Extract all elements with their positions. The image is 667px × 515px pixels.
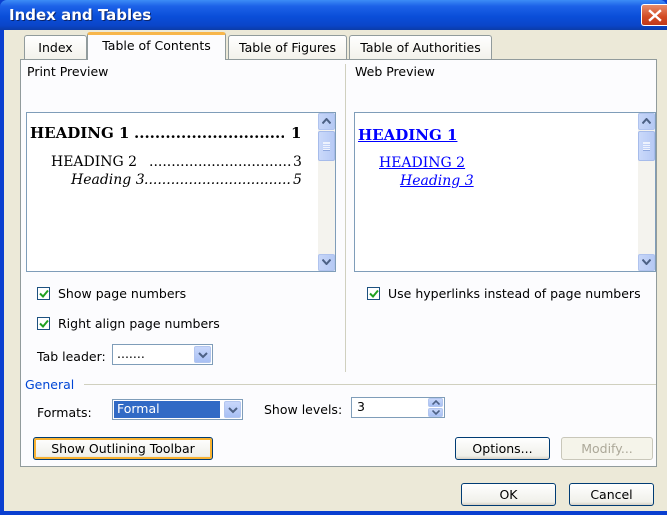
- close-icon: [648, 9, 662, 22]
- scroll-thumb[interactable]: [318, 131, 335, 161]
- checkmark-icon: [39, 319, 49, 328]
- use-hyperlinks-label[interactable]: Use hyperlinks instead of page numbers: [388, 286, 641, 301]
- print-leader-3: ........................................…: [144, 172, 291, 188]
- dialog-window: Index and Tables Index Table of Contents…: [0, 0, 667, 515]
- arrow-up-icon: [642, 118, 651, 124]
- use-hyperlinks-checkbox[interactable]: [367, 287, 380, 300]
- tab-index[interactable]: Index: [24, 35, 87, 59]
- options-button[interactable]: Options...: [455, 437, 550, 460]
- right-align-checkbox[interactable]: [37, 317, 50, 330]
- scroll-thumb[interactable]: [638, 131, 655, 161]
- print-leader-2: ........................................…: [149, 154, 291, 170]
- spin-down-button[interactable]: [428, 408, 443, 417]
- print-heading-3: Heading 3: [71, 172, 145, 188]
- print-page-2: 3: [293, 154, 302, 170]
- formats-value: Formal: [117, 401, 160, 416]
- close-button[interactable]: [641, 4, 667, 26]
- title-bar[interactable]: Index and Tables: [0, 0, 667, 30]
- tab-leader-select[interactable]: .......: [112, 344, 213, 365]
- tab-table-of-contents[interactable]: Table of Contents: [87, 32, 226, 60]
- show-levels-value: 3: [357, 399, 365, 414]
- tab-table-of-figures[interactable]: Table of Figures: [228, 35, 347, 59]
- show-levels-label: Show levels:: [264, 402, 343, 417]
- scroll-down-button[interactable]: [318, 254, 335, 271]
- web-heading-2[interactable]: HEADING 2: [379, 155, 465, 171]
- right-align-label[interactable]: Right align page numbers: [58, 316, 220, 331]
- general-group-line: [84, 384, 656, 385]
- web-heading-3[interactable]: Heading 3: [400, 173, 474, 189]
- tab-label: Table of Contents: [102, 38, 211, 53]
- spin-up-button[interactable]: [428, 398, 443, 407]
- scroll-up-button[interactable]: [318, 113, 335, 130]
- arrow-down-icon: [322, 259, 331, 265]
- print-page-3: 5: [293, 172, 302, 188]
- show-levels-spinner[interactable]: 3: [351, 397, 445, 418]
- dropdown-button[interactable]: [194, 346, 211, 363]
- formats-label: Formats:: [37, 405, 92, 420]
- formats-select[interactable]: Formal: [112, 399, 243, 420]
- arrow-up-icon: [432, 400, 440, 405]
- general-group-label: General: [25, 377, 75, 392]
- tab-leader-value: .......: [117, 346, 145, 361]
- checkmark-icon: [369, 289, 379, 298]
- print-preview-label: Print Preview: [27, 64, 109, 79]
- tab-label: Index: [38, 40, 73, 55]
- cancel-button[interactable]: Cancel: [569, 483, 654, 506]
- scroll-up-button[interactable]: [638, 113, 655, 130]
- tab-label: Table of Figures: [239, 40, 336, 55]
- dropdown-button[interactable]: [224, 401, 241, 418]
- arrow-down-icon: [432, 410, 440, 415]
- chevron-down-icon: [228, 407, 238, 414]
- ok-button[interactable]: OK: [461, 483, 556, 506]
- print-preview-box[interactable]: HEADING 1 ..............................…: [26, 112, 336, 272]
- web-preview-label: Web Preview: [355, 64, 435, 79]
- scroll-down-button[interactable]: [638, 254, 655, 271]
- modify-button[interactable]: Modify...: [561, 437, 653, 460]
- show-outlining-toolbar-button[interactable]: Show Outlining Toolbar: [33, 437, 213, 460]
- show-page-numbers-label[interactable]: Show page numbers: [58, 286, 186, 301]
- tab-leader-label: Tab leader:: [37, 349, 106, 364]
- print-heading-2: HEADING 2: [51, 154, 138, 170]
- checkmark-icon: [39, 289, 49, 298]
- show-page-numbers-checkbox[interactable]: [37, 287, 50, 300]
- column-divider: [345, 64, 346, 372]
- chevron-down-icon: [198, 352, 208, 359]
- print-page-1: 1: [291, 124, 302, 142]
- arrow-up-icon: [322, 118, 331, 124]
- window-title: Index and Tables: [9, 6, 152, 24]
- print-preview-scrollbar[interactable]: [318, 113, 335, 271]
- web-preview-scrollbar[interactable]: [638, 113, 655, 271]
- web-preview-box[interactable]: HEADING 1 HEADING 2 Heading 3: [354, 112, 656, 272]
- web-heading-1[interactable]: HEADING 1: [358, 126, 457, 144]
- tab-label: Table of Authorities: [360, 40, 481, 55]
- arrow-down-icon: [642, 259, 651, 265]
- tab-table-of-authorities[interactable]: Table of Authorities: [349, 35, 492, 59]
- print-leader-1: ........................................…: [134, 124, 284, 142]
